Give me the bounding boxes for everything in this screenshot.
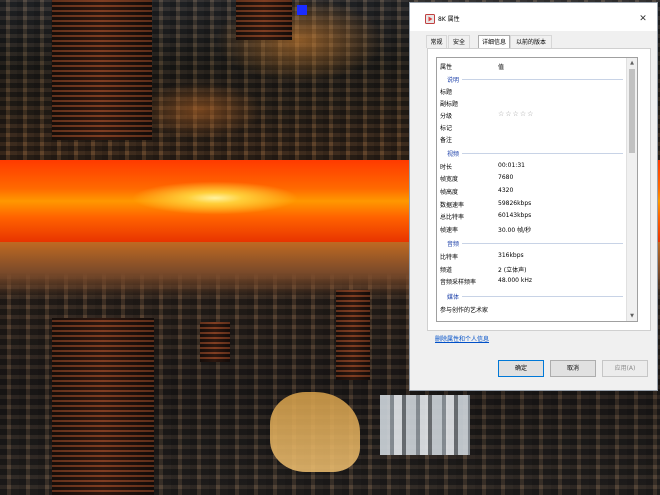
list-item[interactable]: 标记 [437, 121, 627, 133]
list-item[interactable]: 比特率 316kbps [437, 250, 627, 262]
list-item[interactable]: 帧高度 4320 [437, 185, 627, 197]
vertical-scrollbar[interactable]: ▲ ▼ [626, 58, 637, 321]
property-list[interactable]: 属性 值 说明 标题 副标题 分级 ☆☆☆☆☆ 标记 备注 视频 时长 00:0… [436, 57, 638, 322]
details-panel: 属性 值 说明 标题 副标题 分级 ☆☆☆☆☆ 标记 备注 视频 时长 00:0… [427, 48, 651, 331]
scrollbar-thumb[interactable] [629, 69, 635, 153]
skyscraper [52, 0, 152, 140]
list-item[interactable]: 标题 [437, 85, 627, 97]
ok-button[interactable]: 确定 [498, 360, 544, 377]
skyscraper [52, 318, 154, 495]
apply-button[interactable]: 应用(A) [602, 360, 648, 377]
remove-properties-link[interactable]: 删除属性和个人信息 [435, 334, 489, 343]
list-item[interactable]: 音频采样频率 48.000 kHz [437, 275, 627, 287]
skyscraper [336, 290, 370, 380]
section-label: 媒体 [447, 292, 463, 301]
scroll-up-icon[interactable]: ▲ [627, 58, 637, 68]
scroll-down-icon[interactable]: ▼ [627, 311, 637, 321]
skyscraper [236, 0, 292, 40]
close-button[interactable]: ✕ [635, 11, 651, 27]
video-file-icon [425, 14, 435, 24]
tab-security[interactable]: 安全 [448, 35, 470, 48]
section-audio: 音频 [437, 237, 627, 249]
property-column-header[interactable]: 属性 [440, 62, 452, 71]
column-header: 属性 值 [437, 58, 627, 71]
title-bar[interactable]: 8K 属性 ✕ [410, 3, 657, 31]
list-item[interactable]: 分级 ☆☆☆☆☆ [437, 109, 627, 121]
skyscraper [200, 322, 230, 362]
list-item[interactable]: 频道 2 (立体声) [437, 263, 627, 275]
list-item[interactable]: 帧宽度 7680 [437, 172, 627, 184]
blue-window [297, 5, 307, 15]
list-item[interactable]: 帧速率 30.00 帧/秒 [437, 223, 627, 235]
section-media: 媒体 [437, 290, 627, 302]
close-icon: ✕ [639, 14, 647, 24]
section-label: 视频 [447, 149, 463, 158]
white-buildings [380, 395, 470, 455]
cancel-button[interactable]: 取消 [550, 360, 596, 377]
properties-dialog: 8K 属性 ✕ 常规 安全 详细信息 以前的版本 属性 值 说明 标题 副标题 [409, 2, 658, 391]
tab-general[interactable]: 常规 [426, 35, 447, 48]
list-item[interactable]: 备注 [437, 133, 627, 145]
list-item[interactable]: 总比特率 60143kbps [437, 210, 627, 222]
list-item[interactable]: 参与创作的艺术家 [437, 303, 627, 315]
value-column-header[interactable]: 值 [498, 62, 504, 71]
list-item[interactable]: 数据速率 59826kbps [437, 198, 627, 210]
section-label: 音频 [447, 239, 463, 248]
window-title: 8K 属性 [438, 16, 460, 23]
list-item[interactable]: 时长 00:01:31 [437, 160, 627, 172]
rating-stars[interactable]: ☆☆☆☆☆ [498, 110, 534, 118]
section-video: 视频 [437, 147, 627, 159]
list-item[interactable]: 副标题 [437, 97, 627, 109]
tab-details[interactable]: 详细信息 [478, 35, 510, 49]
tab-previous-versions[interactable]: 以前的版本 [510, 35, 552, 48]
section-description: 说明 [437, 73, 627, 85]
section-label: 说明 [447, 75, 463, 84]
river [270, 392, 360, 472]
